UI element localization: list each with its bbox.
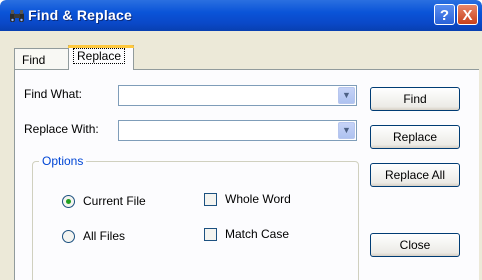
help-button[interactable]: ? xyxy=(434,4,455,25)
replace-with-dropdown-icon[interactable]: ▼ xyxy=(338,122,355,139)
all-files-label[interactable]: All Files xyxy=(83,229,125,243)
match-case-label[interactable]: Match Case xyxy=(225,227,289,241)
tab-replace-label: Replace xyxy=(73,48,126,64)
whole-word-checkbox[interactable] xyxy=(204,193,217,206)
tab-find[interactable]: Find xyxy=(14,48,69,69)
find-button[interactable]: Find xyxy=(370,87,460,111)
replace-with-label: Replace With: xyxy=(24,122,99,136)
window-title: Find & Replace xyxy=(28,7,132,23)
replace-button[interactable]: Replace xyxy=(370,125,460,149)
tab-replace[interactable]: Replace xyxy=(68,45,134,70)
radio-selected-dot xyxy=(66,199,71,204)
find-replace-window: Find & Replace ? X Find Replace Find Wha… xyxy=(0,0,482,280)
find-what-label: Find What: xyxy=(24,87,83,101)
options-legend: Options xyxy=(39,154,87,168)
tab-find-label: Find xyxy=(22,53,46,67)
close-button[interactable]: Close xyxy=(370,233,460,257)
current-file-radio[interactable] xyxy=(62,195,75,208)
close-window-button[interactable]: X xyxy=(457,4,478,25)
find-what-combobox[interactable]: ▼ xyxy=(118,85,357,106)
title-bar[interactable]: Find & Replace ? X xyxy=(0,0,482,31)
dialog-body: Find Replace Find What: ▼ Replace With: … xyxy=(4,31,479,280)
binoculars-icon xyxy=(10,10,24,22)
replace-with-combobox[interactable]: ▼ xyxy=(118,120,357,141)
all-files-radio[interactable] xyxy=(62,230,75,243)
replace-all-button[interactable]: Replace All xyxy=(370,163,460,187)
find-what-dropdown-icon[interactable]: ▼ xyxy=(338,87,355,104)
match-case-checkbox[interactable] xyxy=(204,228,217,241)
options-group: Options Current File All Files Whole Wor… xyxy=(32,154,359,280)
whole-word-label[interactable]: Whole Word xyxy=(225,192,291,206)
current-file-label[interactable]: Current File xyxy=(83,194,146,208)
